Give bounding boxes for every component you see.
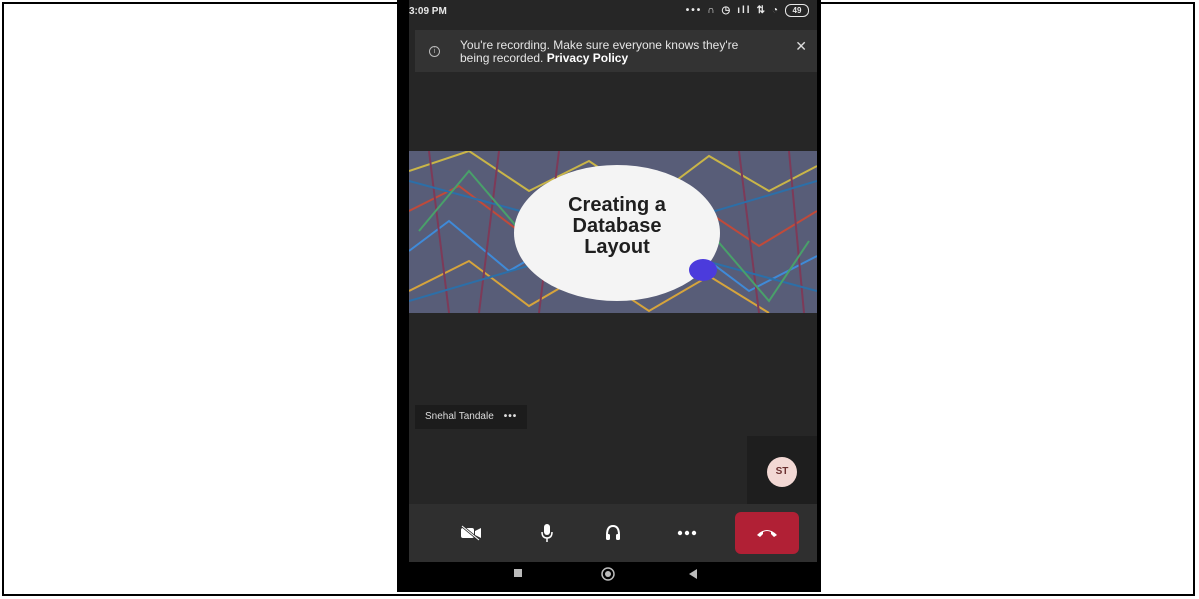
more-options-icon — [677, 530, 697, 536]
slide-accent-dot — [689, 259, 717, 281]
info-icon: i — [429, 46, 440, 57]
microphone-icon — [541, 524, 553, 542]
phone-screenshot: 3:09 PM ••• ∩ ◷ ıll ⇅ ◔ 49 i You're reco… — [397, 0, 821, 592]
headphones-icon — [606, 524, 620, 540]
home-icon[interactable] — [601, 567, 615, 581]
recents-icon[interactable] — [514, 569, 522, 577]
alarm-icon: ◷ — [721, 5, 733, 16]
hang-up-icon — [757, 530, 777, 537]
headset-icon: ∩ — [707, 5, 717, 16]
slide-title-line2: Database — [572, 215, 662, 237]
participant-name-tag: Snehal Tandale ••• — [415, 405, 528, 429]
status-time: 3:09 PM — [409, 6, 447, 17]
microphone-button[interactable] — [529, 516, 565, 550]
android-nav-bar — [397, 562, 821, 592]
slide-title-line3: Layout — [584, 236, 650, 258]
recording-banner: i You're recording. Make sure everyone k… — [415, 30, 817, 72]
more-dots-icon: ••• — [685, 5, 703, 16]
more-options-button[interactable] — [669, 516, 705, 550]
recording-message: You're recording. Make sure everyone kno… — [460, 39, 770, 65]
avatar: ST — [767, 457, 797, 487]
self-view-tile[interactable]: ST — [747, 436, 817, 504]
hang-up-button[interactable] — [735, 512, 799, 554]
battery-icon: 49 — [785, 4, 809, 17]
back-icon[interactable] — [689, 569, 697, 579]
participant-name: Snehal Tandale — [425, 411, 494, 422]
camera-off-icon — [461, 525, 481, 541]
close-icon[interactable]: ✕ — [795, 38, 807, 55]
signal-icon: ıll — [737, 5, 752, 16]
camera-off-button[interactable] — [453, 516, 489, 550]
wifi-icon: ◔ — [771, 5, 780, 16]
data-icon: ⇅ — [756, 5, 767, 16]
privacy-policy-link[interactable]: Privacy Policy — [547, 51, 628, 65]
status-icons: ••• ∩ ◷ ıll ⇅ ◔ 49 — [686, 4, 809, 17]
call-controls-bar — [409, 504, 817, 562]
slide-title-line1: Creating a — [568, 194, 666, 216]
slide-title: Creating a Database Layout — [514, 195, 720, 258]
status-bar: 3:09 PM ••• ∩ ◷ ıll ⇅ ◔ 49 — [409, 0, 817, 22]
shared-slide: Creating a Database Layout — [409, 151, 817, 313]
participant-more-button[interactable]: ••• — [504, 405, 518, 429]
audio-button[interactable] — [595, 516, 631, 550]
meeting-screen: 3:09 PM ••• ∩ ◷ ıll ⇅ ◔ 49 i You're reco… — [409, 0, 817, 562]
